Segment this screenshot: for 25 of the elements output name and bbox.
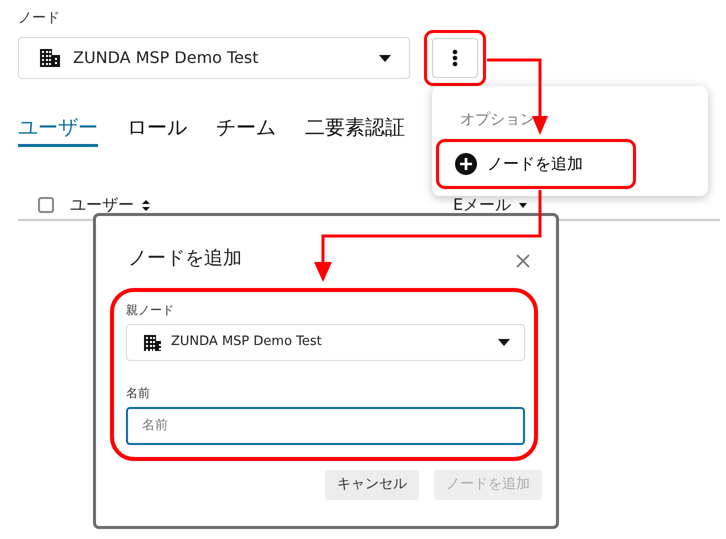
- building-icon: [39, 47, 61, 69]
- select-all-checkbox[interactable]: [38, 197, 54, 213]
- parent-node-select[interactable]: ZUNDA MSP Demo Test: [126, 324, 525, 360]
- caret-icon: [379, 54, 391, 62]
- tab[interactable]: チーム: [216, 112, 276, 147]
- field-label: ノード: [18, 10, 61, 26]
- field-label: 名前: [126, 384, 151, 400]
- field-label: 親ノード: [126, 302, 175, 318]
- cancel-button[interactable]: キャンセル: [325, 470, 419, 500]
- building-icon: [143, 333, 161, 351]
- column-header[interactable]: Eメール: [453, 193, 512, 217]
- tab[interactable]: ロール: [127, 112, 187, 147]
- menu-item[interactable]: ノードを追加: [443, 144, 595, 184]
- plus-circle-icon: [455, 152, 477, 174]
- more-button[interactable]: [432, 38, 478, 78]
- node-select[interactable]: ZUNDA MSP Demo Test: [18, 37, 410, 79]
- tab[interactable]: ユーザー: [18, 112, 98, 147]
- tab[interactable]: 二要素認証: [305, 112, 405, 147]
- name-input[interactable]: 名前: [126, 406, 525, 444]
- dialog-title: ノードを追加: [128, 246, 242, 271]
- column-header[interactable]: ユーザー: [70, 193, 134, 217]
- caret-icon: [498, 338, 510, 346]
- more-icon: [452, 49, 458, 67]
- close-icon: [516, 254, 530, 268]
- menu-heading: オプション: [460, 109, 536, 130]
